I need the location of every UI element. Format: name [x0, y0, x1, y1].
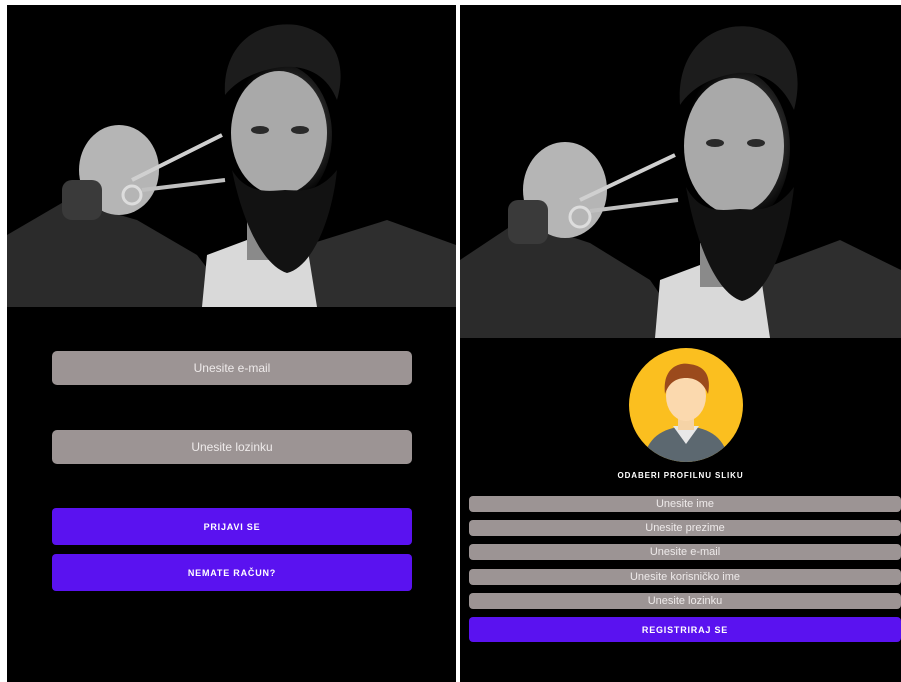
username-input[interactable] — [469, 569, 901, 585]
login-button[interactable]: PRIJAVI SE — [52, 508, 412, 545]
register-screen: ODABERI PROFILNU SLIKU REGISTRIRAJ SE — [460, 5, 901, 682]
surname-input[interactable] — [469, 520, 901, 536]
no-account-button[interactable]: NEMATE RAČUN? — [52, 554, 412, 591]
email-input[interactable] — [469, 544, 901, 560]
barber-hero-image — [460, 5, 901, 338]
email-input[interactable] — [52, 351, 412, 385]
pick-profile-photo-label[interactable]: ODABERI PROFILNU SLIKU — [460, 471, 901, 480]
password-input[interactable] — [52, 430, 412, 464]
login-screen: PRIJAVI SE NEMATE RAČUN? — [7, 5, 456, 682]
barber-hero-image — [7, 5, 456, 307]
password-input[interactable] — [469, 593, 901, 609]
name-input[interactable] — [469, 496, 901, 512]
register-button[interactable]: REGISTRIRAJ SE — [469, 617, 901, 642]
default-avatar-icon[interactable] — [629, 348, 743, 462]
